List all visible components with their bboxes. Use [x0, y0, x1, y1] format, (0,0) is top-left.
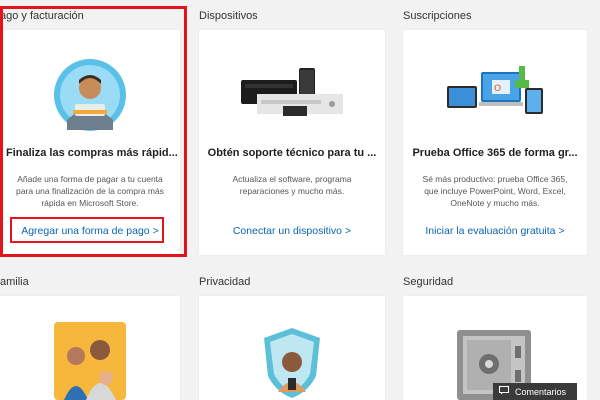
section-title-privacy: Privacidad: [199, 276, 251, 288]
comment-icon: [499, 386, 509, 397]
payment-illustration: [0, 58, 180, 132]
card-title-subscriptions: Prueba Office 365 de forma gr...: [412, 147, 578, 159]
feedback-button[interactable]: Comentarios: [493, 383, 577, 400]
section-title-payment: ago y facturación: [0, 10, 84, 22]
link-label: Agregar una forma de pago: [21, 225, 150, 237]
card-title-devices: Obtén soporte técnico para tu ...: [207, 147, 377, 159]
card-desc-subscriptions: Sé más productivo: prueba Office 365, qu…: [413, 173, 577, 209]
connect-device-link[interactable]: Conectar un dispositivo >: [199, 225, 385, 237]
start-free-trial-link[interactable]: Iniciar la evaluación gratuita >: [403, 225, 587, 237]
link-label: Iniciar la evaluación gratuita: [425, 225, 556, 237]
chevron-right-icon: >: [558, 225, 565, 237]
card-devices: Obtén soporte técnico para tu ... Actual…: [199, 30, 385, 255]
card-desc-line: Añade una forma de pagar a tu cuenta: [17, 174, 163, 184]
card-desc-line: que incluye PowerPoint, Word, Excel,: [424, 186, 566, 196]
card-desc-line: rápida en Microsoft Store.: [41, 198, 139, 208]
card-desc-line: Actualiza el software, programa: [232, 174, 352, 184]
card-desc-line: Sé más productivo: prueba Office 365,: [422, 174, 568, 184]
card-desc-devices: Actualiza el software, programa reparaci…: [209, 173, 375, 197]
card-desc-line: reparaciones y mucho más.: [239, 186, 345, 196]
office-illustration: O: [403, 66, 587, 122]
card-desc-line: OneNote y mucho más.: [450, 198, 540, 208]
card-subscriptions: O Prueba Office 365 de forma gr... Sé má…: [403, 30, 587, 255]
family-illustration: [0, 322, 180, 400]
add-payment-method-link[interactable]: Agregar una forma de pago >: [0, 225, 180, 237]
chevron-right-icon: >: [152, 225, 159, 237]
feedback-label: Comentarios: [515, 386, 567, 397]
link-label: Conectar un dispositivo: [232, 225, 342, 237]
devices-illustration: [199, 60, 385, 122]
section-title-devices: Dispositivos: [199, 10, 258, 22]
card-desc-payment: Añade una forma de pagar a tu cuenta par…: [10, 173, 170, 209]
section-title-subscriptions: Suscripciones: [403, 10, 472, 22]
privacy-shield-illustration: [199, 326, 385, 400]
section-title-family: amilia: [0, 276, 29, 288]
card-family[interactable]: [0, 296, 180, 400]
card-payment: Finaliza las compras más rápid... Añade …: [0, 30, 180, 255]
chevron-right-icon: >: [345, 225, 352, 237]
card-desc-line: para una finalización de la compra más: [16, 186, 164, 196]
card-title-payment: Finaliza las compras más rápid...: [6, 147, 178, 159]
svg-text:O: O: [494, 84, 501, 94]
card-privacy[interactable]: [199, 296, 385, 400]
section-title-security: Seguridad: [403, 276, 454, 288]
